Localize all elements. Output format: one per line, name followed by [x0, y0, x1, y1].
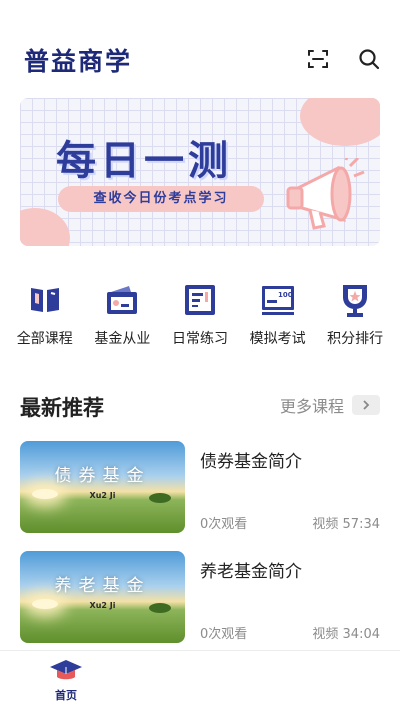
- thumbnail-title: 养老基金: [54, 576, 151, 596]
- exam-score-icon: 100: [260, 282, 296, 318]
- more-courses-button[interactable]: 更多课程: [280, 394, 380, 416]
- course-card[interactable]: 债券基金 Xu2 Ji 债券基金简介 0次观看 视频 57:34: [20, 441, 380, 533]
- graduation-cap-icon: [48, 659, 84, 685]
- nav-all-courses[interactable]: 全部课程: [9, 278, 81, 358]
- nav-label: 全部课程: [16, 331, 73, 347]
- section-title: 最新推荐: [20, 396, 104, 420]
- nav-points-ranking[interactable]: 积分排行: [319, 278, 391, 358]
- megaphone-icon: [280, 151, 366, 240]
- thumbnail-subtitle: Xu2 Ji: [89, 491, 116, 500]
- course-views: 0次观看: [200, 627, 248, 642]
- banner-decoration: [20, 208, 70, 246]
- scan-icon[interactable]: [305, 46, 331, 72]
- nav-fund-practice[interactable]: 基金从业: [86, 278, 158, 358]
- thumbnail-subtitle: Xu2 Ji: [89, 601, 116, 610]
- book-icon: [27, 282, 63, 318]
- course-thumbnail: 债券基金 Xu2 Ji: [20, 441, 185, 533]
- course-card[interactable]: 养老基金 Xu2 Ji 养老基金简介 0次观看 视频 34:04: [20, 551, 380, 643]
- trophy-icon: [337, 282, 373, 318]
- nav-label: 基金从业: [94, 331, 151, 347]
- svg-text:100: 100: [278, 291, 293, 299]
- more-courses-label: 更多课程: [279, 397, 344, 416]
- search-icon[interactable]: [356, 46, 382, 72]
- course-title: 债券基金简介: [200, 452, 302, 472]
- course-duration: 视频 57:34: [312, 517, 380, 532]
- tab-home[interactable]: 首页: [46, 659, 86, 703]
- app-title: 普益商学: [24, 47, 133, 76]
- course-thumbnail: 养老基金 Xu2 Ji: [20, 551, 185, 643]
- chevron-right-icon: [352, 395, 380, 415]
- header: 普益商学: [0, 0, 400, 100]
- banner-subtitle: 查收今日份考点学习: [58, 186, 264, 212]
- banner-decoration: [300, 98, 380, 146]
- practice-icon: [182, 282, 218, 318]
- latest-recommend-header: 最新推荐 更多课程: [20, 390, 380, 420]
- nav-mock-exam[interactable]: 100 模拟考试: [242, 278, 314, 358]
- quick-nav: 全部课程 基金从业 日常练习 100 模拟考试 积分排行: [0, 278, 400, 358]
- thumbnail-title: 债券基金: [54, 466, 151, 486]
- tab-home-label: 首页: [55, 689, 77, 702]
- course-duration: 视频 34:04: [312, 627, 380, 642]
- daily-test-banner[interactable]: 每日一测 查收今日份考点学习: [20, 98, 380, 246]
- course-title: 养老基金简介: [200, 562, 302, 582]
- bottom-tab-bar: 首页: [0, 650, 400, 711]
- nav-label: 日常练习: [171, 331, 228, 347]
- nav-daily-practice[interactable]: 日常练习: [164, 278, 236, 358]
- banner-title: 每日一测: [56, 138, 232, 184]
- nav-label: 积分排行: [327, 331, 384, 347]
- nav-label: 模拟考试: [249, 331, 306, 347]
- wallet-icon: [104, 282, 140, 318]
- course-views: 0次观看: [200, 517, 248, 532]
